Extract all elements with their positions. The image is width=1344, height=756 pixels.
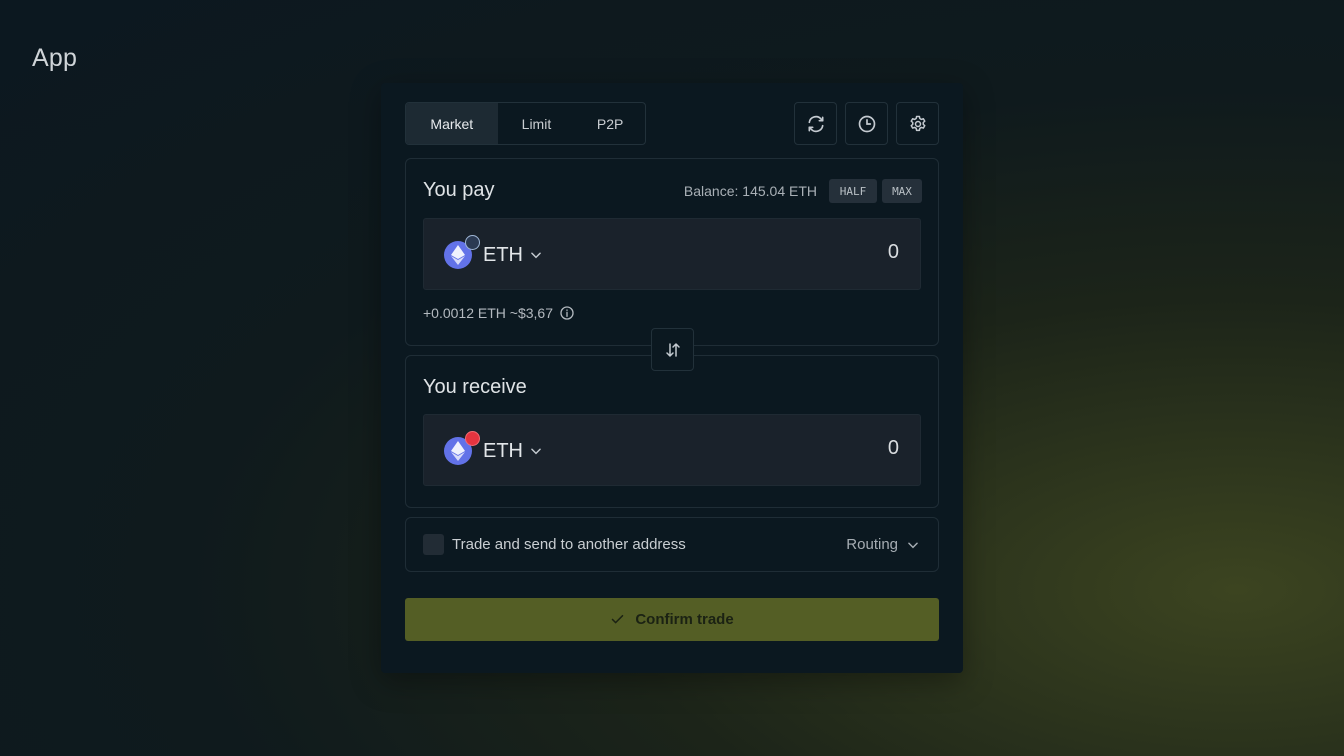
app-title: App xyxy=(32,44,78,72)
receive-token-name: ETH xyxy=(483,439,523,462)
confirm-trade-label: Confirm trade xyxy=(635,611,734,628)
routing-dropdown[interactable]: Routing xyxy=(846,536,920,553)
balance-text: Balance: 145.04 ETH xyxy=(683,183,817,199)
optimism-badge-icon xyxy=(465,431,480,446)
routing-label: Routing xyxy=(846,536,898,553)
history-button[interactable] xyxy=(845,102,888,145)
check-icon xyxy=(612,614,624,624)
send-to-address-checkbox[interactable] xyxy=(423,534,444,555)
swap-arrows-icon xyxy=(665,342,680,357)
send-to-address-label[interactable]: Trade and send to another address xyxy=(452,536,686,553)
receive-section: You receive ETH 0 xyxy=(405,355,939,508)
refresh-icon xyxy=(808,115,823,132)
fee-info: +0.0012 ETH ~$3,67 xyxy=(423,305,575,321)
tab-p2p[interactable]: P2P xyxy=(575,103,645,144)
confirm-trade-button[interactable]: Confirm trade xyxy=(405,598,939,641)
info-icon[interactable] xyxy=(559,305,575,321)
swap-direction-button[interactable] xyxy=(651,328,694,371)
chevron-down-icon xyxy=(908,542,918,548)
receive-amount-value: 0 xyxy=(887,437,899,459)
eth-token-icon xyxy=(444,431,480,465)
pay-title: You pay xyxy=(423,179,495,201)
arbitrum-badge-icon xyxy=(465,235,480,250)
pay-section: You pay Balance: 145.04 ETH HALF MAX ETH… xyxy=(405,158,939,346)
pay-token-name: ETH xyxy=(483,243,523,266)
half-button[interactable]: HALF xyxy=(829,179,877,203)
order-type-tabs: Market Limit P2P xyxy=(405,102,646,145)
receive-title: You receive xyxy=(423,376,527,398)
chevron-down-icon xyxy=(531,448,541,455)
max-button[interactable]: MAX xyxy=(882,179,922,203)
trade-options: Trade and send to another address Routin… xyxy=(405,517,939,572)
receive-token-input-box: ETH 0 xyxy=(423,414,921,486)
tab-market[interactable]: Market xyxy=(406,103,498,144)
pay-token-input-box: ETH 0 xyxy=(423,218,921,290)
refresh-button[interactable] xyxy=(794,102,837,145)
history-icon xyxy=(858,115,875,132)
tab-limit[interactable]: Limit xyxy=(498,103,576,144)
chevron-down-icon xyxy=(531,252,541,259)
eth-token-icon xyxy=(444,235,480,269)
receive-token-select[interactable]: ETH xyxy=(444,431,543,469)
trade-card: Market Limit P2P You pay Balance: 145.04… xyxy=(381,83,963,673)
settings-icon xyxy=(910,115,925,131)
pay-token-select[interactable]: ETH xyxy=(444,235,543,273)
fee-text: +0.0012 ETH ~$3,67 xyxy=(423,305,553,321)
settings-button[interactable] xyxy=(896,102,939,145)
pay-amount-input[interactable]: 0 xyxy=(888,241,899,264)
